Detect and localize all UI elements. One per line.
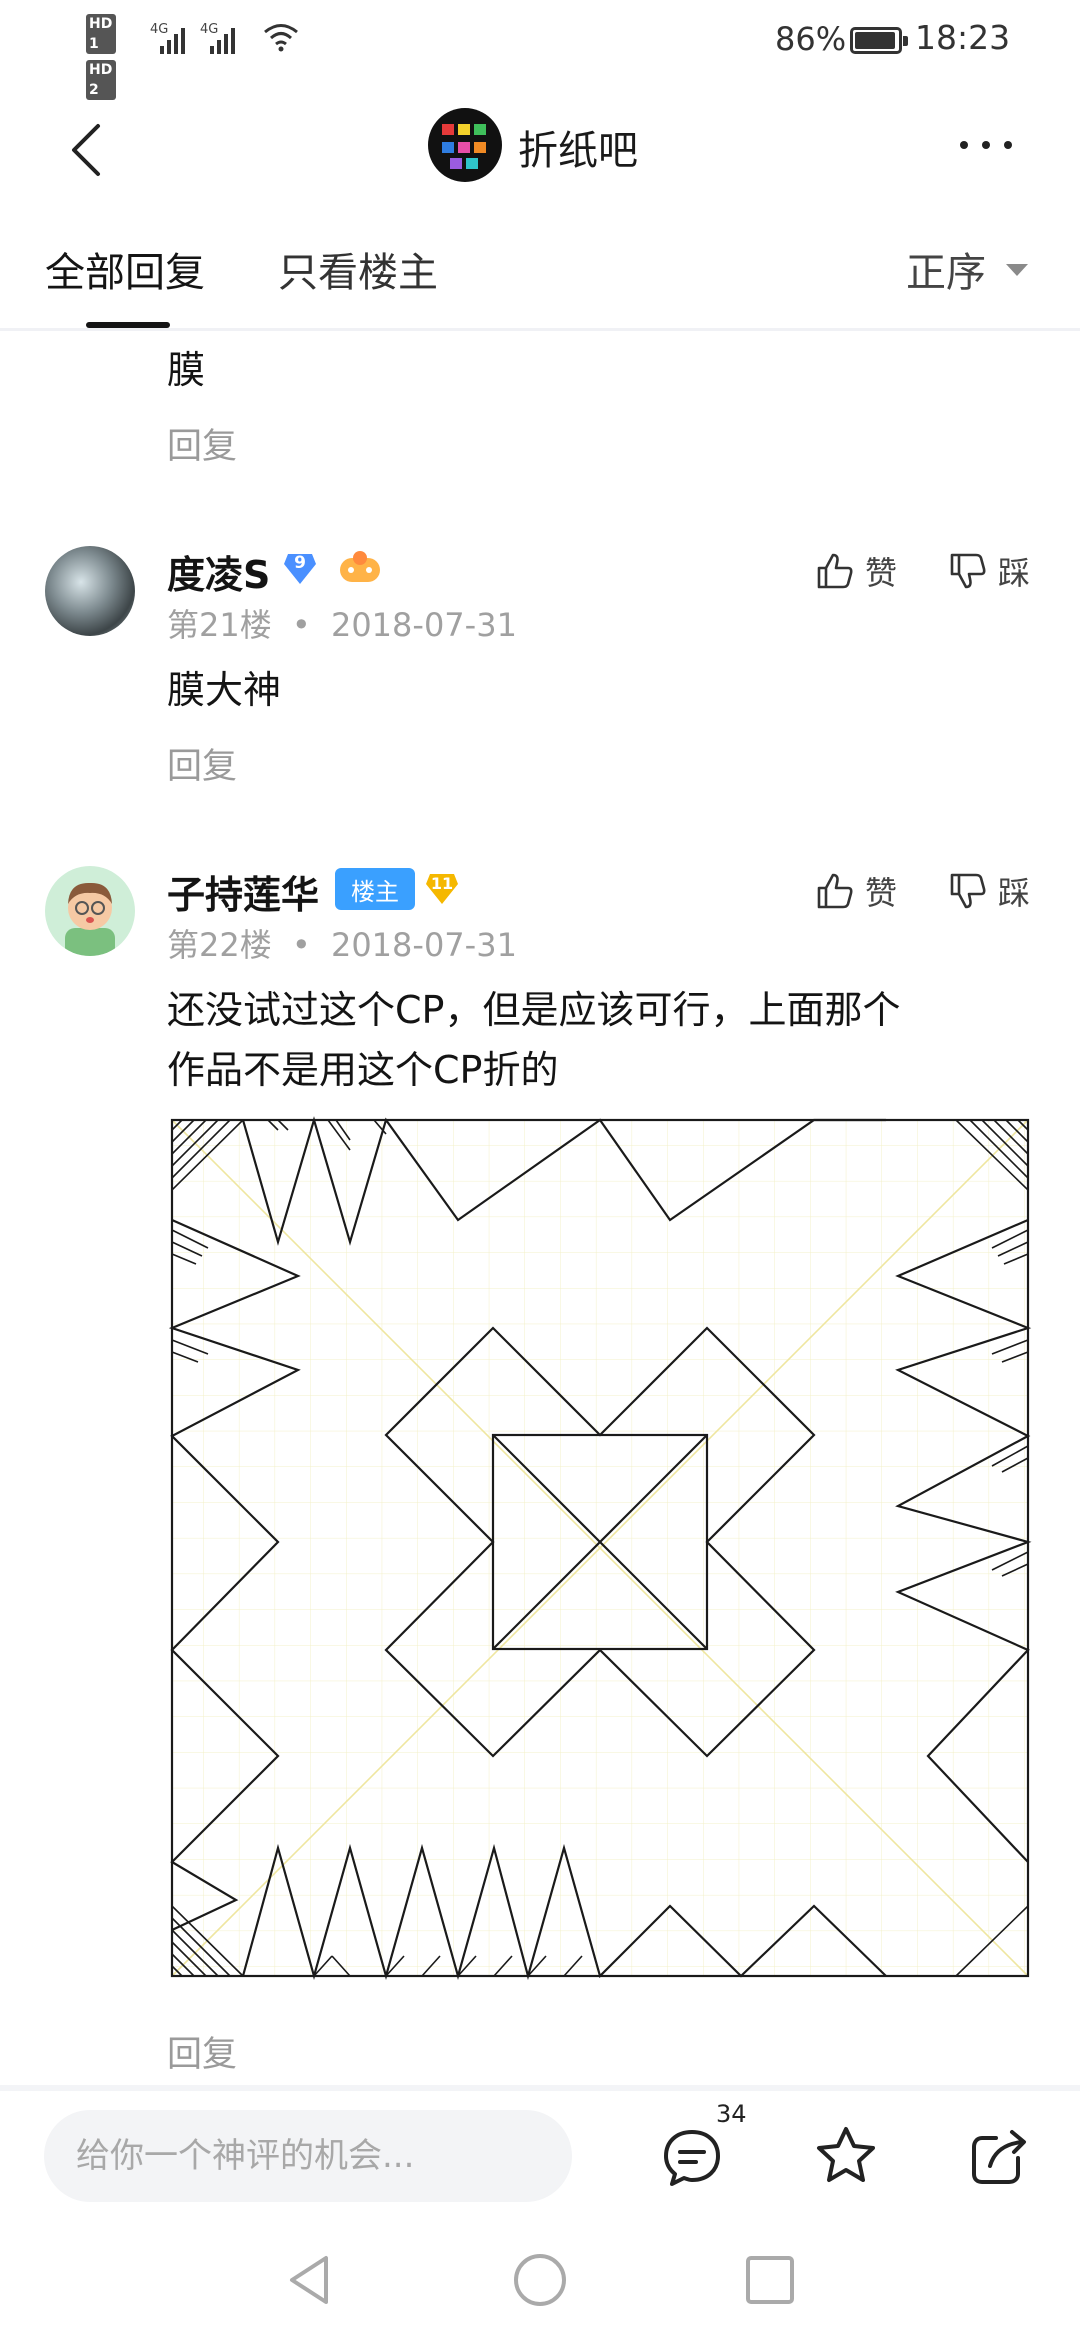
comment-icon[interactable]: [660, 2126, 724, 2190]
tab-owner-only[interactable]: 只看楼主: [278, 240, 438, 298]
username[interactable]: 度凌S: [167, 544, 270, 599]
battery-icon: [850, 27, 908, 54]
dislike-button[interactable]: 踩: [948, 868, 1030, 914]
signal-icon-2: [210, 20, 235, 54]
post-text: 膜: [167, 348, 206, 392]
system-recents-icon[interactable]: [740, 2250, 800, 2310]
post-text: 膜大神: [167, 668, 282, 712]
comment-count: 34: [716, 2100, 747, 2128]
like-label: 赞: [865, 554, 898, 592]
floor-label: 第22楼: [167, 926, 272, 964]
level-number: 11: [430, 874, 454, 893]
clock: 18:23: [915, 18, 1011, 57]
reply-button[interactable]: 回复: [167, 738, 237, 789]
sim-indicator: HD 1 HD 2: [86, 14, 116, 106]
avatar[interactable]: [45, 866, 135, 956]
like-button[interactable]: 赞: [815, 548, 897, 594]
thumbs-down-icon: [950, 873, 986, 909]
star-icon[interactable]: [814, 2124, 878, 2188]
thumbs-down-icon: [950, 553, 986, 589]
reply-button[interactable]: 回复: [167, 2026, 237, 2077]
dislike-label: 踩: [998, 874, 1031, 912]
battery-percent: 86%: [775, 20, 847, 58]
level-number: 9: [294, 553, 306, 573]
username[interactable]: 子持莲华: [167, 864, 319, 919]
meta-separator: •: [291, 606, 311, 644]
post-meta: 第21楼 • 2018-07-31: [167, 600, 517, 646]
game-badge-icon: [340, 551, 380, 582]
wifi-icon: [264, 24, 298, 52]
bottom-divider: [0, 2085, 1080, 2091]
post-meta: 第22楼 • 2018-07-31: [167, 920, 517, 966]
system-home-icon[interactable]: [510, 2250, 570, 2310]
thumbs-up-icon: [817, 873, 853, 909]
avatar[interactable]: [45, 546, 135, 636]
more-dots-icon[interactable]: [960, 135, 1030, 155]
like-label: 赞: [865, 874, 898, 912]
comment-input[interactable]: 给你一个神评的机会...: [44, 2110, 572, 2202]
system-back-icon[interactable]: [280, 2250, 340, 2310]
meta-separator: •: [291, 926, 311, 964]
owner-badge: 楼主: [335, 868, 415, 910]
post-text-line-2: 作品不是用这个CP折的: [167, 1048, 559, 1092]
post-date: 2018-07-31: [330, 606, 517, 644]
caret-down-icon[interactable]: [1006, 264, 1028, 276]
post-text-line-1: 还没试过这个CP，但是应该可行，上面那个: [167, 988, 901, 1032]
like-button[interactable]: 赞: [815, 868, 897, 914]
thumbs-up-icon: [817, 553, 853, 589]
status-bar: HD 1 HD 2 4G 4G 86% 18:23: [0, 0, 1080, 100]
hd2-label: HD 2: [86, 60, 116, 100]
signal-icon: [160, 20, 185, 54]
dislike-label: 踩: [998, 554, 1031, 592]
tabs-divider: [0, 328, 1080, 331]
reply-button[interactable]: 回复: [167, 418, 237, 469]
tab-all-replies[interactable]: 全部回复: [45, 240, 205, 298]
hd1-label: HD 1: [86, 14, 116, 54]
forum-title[interactable]: 折纸吧: [518, 118, 638, 176]
share-icon[interactable]: [968, 2124, 1032, 2188]
dislike-button[interactable]: 踩: [948, 548, 1030, 594]
forum-avatar[interactable]: [428, 108, 502, 182]
post-date: 2018-07-31: [330, 926, 517, 964]
crease-pattern-image[interactable]: [168, 1110, 1032, 1980]
back-chevron-icon[interactable]: [60, 120, 120, 180]
floor-label: 第21楼: [167, 606, 272, 644]
sort-order-button[interactable]: 正序: [906, 240, 986, 298]
